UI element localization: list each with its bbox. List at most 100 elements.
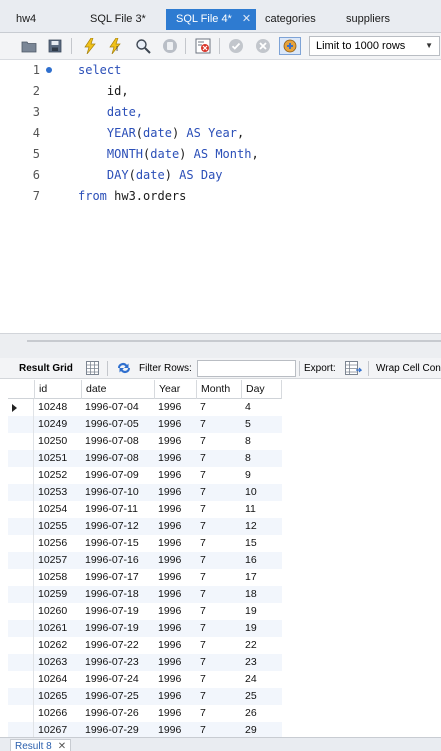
- row-header[interactable]: [8, 620, 34, 637]
- cell-month[interactable]: 7: [196, 399, 206, 416]
- table-row[interactable]: 10256 1996-07-15 1996 7 15: [8, 535, 282, 552]
- cell-date[interactable]: 1996-07-18: [81, 586, 139, 603]
- cell-date[interactable]: 1996-07-19: [81, 620, 139, 637]
- row-header[interactable]: [8, 399, 34, 416]
- close-icon[interactable]: ✕: [58, 741, 66, 751]
- cell-year[interactable]: 1996: [154, 620, 181, 637]
- row-header[interactable]: [8, 671, 34, 688]
- row-header[interactable]: [8, 467, 34, 484]
- cell-year[interactable]: 1996: [154, 501, 181, 518]
- stop-icon[interactable]: [160, 37, 179, 55]
- cell-day[interactable]: 22: [241, 637, 257, 654]
- save-icon[interactable]: [45, 37, 64, 55]
- cell-year[interactable]: 1996: [154, 688, 181, 705]
- row-header[interactable]: [8, 518, 34, 535]
- table-row[interactable]: 10252 1996-07-09 1996 7 9: [8, 467, 282, 484]
- table-row[interactable]: 10264 1996-07-24 1996 7 24: [8, 671, 282, 688]
- cell-day[interactable]: 17: [241, 569, 257, 586]
- cell-day[interactable]: 10: [241, 484, 257, 501]
- cell-date[interactable]: 1996-07-05: [81, 416, 139, 433]
- column-header-id[interactable]: id: [34, 380, 81, 399]
- cell-month[interactable]: 7: [196, 603, 206, 620]
- cell-id[interactable]: 10259: [34, 586, 67, 603]
- cell-date[interactable]: 1996-07-09: [81, 467, 139, 484]
- row-header[interactable]: [8, 433, 34, 450]
- tab-result-8[interactable]: Result 8 ✕: [10, 739, 72, 751]
- tab-suppliers[interactable]: suppliers: [336, 10, 390, 29]
- wrap-cell-content-label[interactable]: Wrap Cell Con: [376, 358, 441, 379]
- cell-id[interactable]: 10248: [34, 399, 67, 416]
- code-line[interactable]: 5 MONTH(date) AS Month,: [0, 144, 441, 165]
- autocommit-icon[interactable]: [279, 37, 301, 55]
- toggle-error-icon[interactable]: [193, 37, 212, 55]
- cell-day[interactable]: 26: [241, 705, 257, 722]
- row-header[interactable]: [8, 637, 34, 654]
- cell-date[interactable]: 1996-07-15: [81, 535, 139, 552]
- cell-day[interactable]: 16: [241, 552, 257, 569]
- cell-day[interactable]: 19: [241, 620, 257, 637]
- row-header[interactable]: [8, 586, 34, 603]
- table-row[interactable]: 10262 1996-07-22 1996 7 22: [8, 637, 282, 654]
- tab-sql-file-3[interactable]: SQL File 3*: [80, 10, 146, 29]
- cell-year[interactable]: 1996: [154, 433, 181, 450]
- cell-day[interactable]: 9: [241, 467, 251, 484]
- sql-editor[interactable]: 1 select 2 id, 3 date, 4 YEAR(date) AS Year,…: [0, 60, 441, 333]
- cell-year[interactable]: 1996: [154, 569, 181, 586]
- cell-id[interactable]: 10266: [34, 705, 67, 722]
- cell-date[interactable]: 1996-07-25: [81, 688, 139, 705]
- cell-month[interactable]: 7: [196, 637, 206, 654]
- cell-date[interactable]: 1996-07-04: [81, 399, 139, 416]
- cell-month[interactable]: 7: [196, 654, 206, 671]
- cell-day[interactable]: 23: [241, 654, 257, 671]
- cell-day[interactable]: 8: [241, 450, 251, 467]
- cell-year[interactable]: 1996: [154, 518, 181, 535]
- cell-id[interactable]: 10250: [34, 433, 67, 450]
- row-header[interactable]: [8, 705, 34, 722]
- cell-year[interactable]: 1996: [154, 467, 181, 484]
- cell-date[interactable]: 1996-07-08: [81, 433, 139, 450]
- cell-year[interactable]: 1996: [154, 603, 181, 620]
- close-icon[interactable]: ✕: [242, 9, 251, 30]
- cell-id[interactable]: 10260: [34, 603, 67, 620]
- table-row[interactable]: 10265 1996-07-25 1996 7 25: [8, 688, 282, 705]
- cell-month[interactable]: 7: [196, 450, 206, 467]
- table-row[interactable]: 10253 1996-07-10 1996 7 10: [8, 484, 282, 501]
- cell-date[interactable]: 1996-07-26: [81, 705, 139, 722]
- cell-id[interactable]: 10264: [34, 671, 67, 688]
- table-row[interactable]: 10260 1996-07-19 1996 7 19: [8, 603, 282, 620]
- cell-year[interactable]: 1996: [154, 637, 181, 654]
- table-row[interactable]: 10259 1996-07-18 1996 7 18: [8, 586, 282, 603]
- tab-sql-file-4[interactable]: SQL File 4* ✕: [166, 9, 256, 30]
- cell-month[interactable]: 7: [196, 467, 206, 484]
- open-folder-icon[interactable]: [19, 37, 38, 55]
- cell-year[interactable]: 1996: [154, 671, 181, 688]
- cell-date[interactable]: 1996-07-08: [81, 450, 139, 467]
- cell-id[interactable]: 10249: [34, 416, 67, 433]
- cell-year[interactable]: 1996: [154, 416, 181, 433]
- cell-date[interactable]: 1996-07-10: [81, 484, 139, 501]
- cell-day[interactable]: 11: [241, 501, 256, 518]
- cell-date[interactable]: 1996-07-12: [81, 518, 139, 535]
- cell-date[interactable]: 1996-07-23: [81, 654, 139, 671]
- cell-day[interactable]: 25: [241, 688, 257, 705]
- cell-day[interactable]: 24: [241, 671, 257, 688]
- execute-current-icon[interactable]: I: [106, 37, 125, 55]
- table-row[interactable]: 10250 1996-07-08 1996 7 8: [8, 433, 282, 450]
- cell-month[interactable]: 7: [196, 535, 206, 552]
- table-row[interactable]: 10257 1996-07-16 1996 7 16: [8, 552, 282, 569]
- cell-date[interactable]: 1996-07-24: [81, 671, 139, 688]
- row-header[interactable]: [8, 484, 34, 501]
- explain-icon[interactable]: [133, 37, 152, 55]
- splitter-grip[interactable]: [27, 340, 441, 342]
- cell-id[interactable]: 10255: [34, 518, 67, 535]
- row-header[interactable]: [8, 569, 34, 586]
- execute-icon[interactable]: [80, 37, 99, 55]
- cell-date[interactable]: 1996-07-17: [81, 569, 139, 586]
- row-header[interactable]: [8, 535, 34, 552]
- cell-month[interactable]: 7: [196, 586, 206, 603]
- cell-date[interactable]: 1996-07-19: [81, 603, 139, 620]
- cell-id[interactable]: 10262: [34, 637, 67, 654]
- limit-rows-select[interactable]: Limit to 1000 rows ▼: [309, 36, 440, 56]
- cell-day[interactable]: 18: [241, 586, 257, 603]
- table-row[interactable]: 10254 1996-07-11 1996 7 11: [8, 501, 282, 518]
